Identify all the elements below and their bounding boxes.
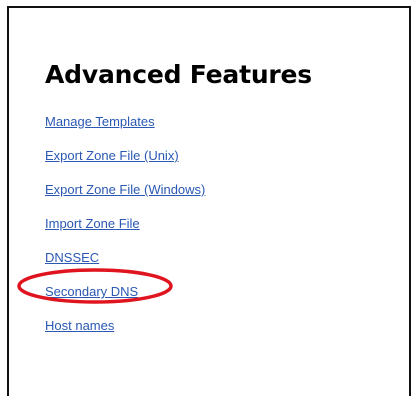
advanced-features-link-list: Manage Templates Export Zone File (Unix)… bbox=[45, 113, 205, 351]
list-item: Host names bbox=[45, 317, 205, 351]
export-zone-file-windows-link[interactable]: Export Zone File (Windows) bbox=[45, 182, 205, 197]
page-title: Advanced Features bbox=[45, 60, 312, 89]
manage-templates-link[interactable]: Manage Templates bbox=[45, 114, 155, 129]
list-item: DNSSEC bbox=[45, 249, 205, 283]
dnssec-link[interactable]: DNSSEC bbox=[45, 250, 99, 265]
export-zone-file-unix-link[interactable]: Export Zone File (Unix) bbox=[45, 148, 179, 163]
list-item: Export Zone File (Unix) bbox=[45, 147, 205, 181]
list-item: Export Zone File (Windows) bbox=[45, 181, 205, 215]
import-zone-file-link[interactable]: Import Zone File bbox=[45, 216, 140, 231]
list-item: Manage Templates bbox=[45, 113, 205, 147]
host-names-link[interactable]: Host names bbox=[45, 318, 114, 333]
list-item: Import Zone File bbox=[45, 215, 205, 249]
secondary-dns-link[interactable]: Secondary DNS bbox=[45, 284, 138, 299]
advanced-features-panel: Advanced Features Manage Templates Expor… bbox=[7, 6, 411, 396]
list-item: Secondary DNS bbox=[45, 283, 205, 317]
